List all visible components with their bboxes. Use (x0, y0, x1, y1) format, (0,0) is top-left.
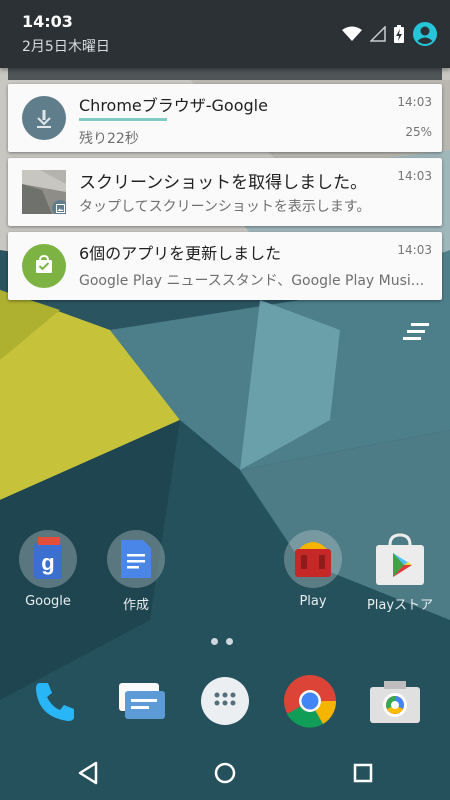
create-folder-icon (107, 530, 165, 588)
screenshot-thumbnail (22, 170, 66, 214)
notification-title: スクリーンショットを取得しました。 (79, 173, 368, 193)
messaging-icon[interactable] (112, 672, 170, 730)
download-progress-bar (79, 118, 167, 121)
app-label: 作成 (122, 598, 149, 613)
notification-title: Chromeブラウザ-Google (79, 96, 268, 115)
home-icon[interactable] (210, 758, 240, 788)
cell-signal-icon (370, 26, 386, 42)
notification-subtitle: タップしてスクリーンショットを表示します。 (79, 199, 371, 215)
system-icons (342, 20, 438, 48)
app-play-store[interactable]: Playストア (360, 530, 440, 613)
download-icon (22, 96, 66, 140)
play-store-update-icon (22, 244, 66, 288)
app-create-folder[interactable]: 作成 (96, 530, 176, 613)
notification-app-updates[interactable]: 6個のアプリを更新しました 14:03 Google Play ニューススタンド… (8, 232, 442, 300)
google-folder-icon: g (19, 530, 77, 588)
notification-title: 6個のアプリを更新しました (79, 244, 282, 263)
page-dot (211, 638, 218, 645)
play-store-icon (371, 530, 429, 588)
battery-charging-icon (394, 25, 404, 43)
app-drawer-icon[interactable] (196, 672, 254, 730)
app-label: Play (299, 594, 327, 609)
download-percent: 25% (405, 125, 432, 139)
clear-all-icon[interactable] (403, 323, 431, 347)
page-indicator (211, 638, 233, 645)
camera-icon[interactable] (366, 672, 424, 730)
notification-subtitle: Google Play ニューススタンド、Google Play Musi... (79, 273, 425, 289)
back-icon[interactable] (73, 758, 103, 788)
status-date[interactable]: 2月5日木曜日 (22, 36, 110, 56)
account-icon[interactable] (412, 21, 438, 47)
app-label: Playストア (366, 598, 434, 613)
navigation-bar (0, 746, 450, 800)
notification-screenshot[interactable]: スクリーンショットを取得しました。 14:03 タップしてスクリーンショットを表… (8, 158, 442, 226)
wifi-icon (342, 26, 362, 42)
chrome-icon[interactable] (281, 672, 339, 730)
app-google-folder[interactable]: g Google (8, 530, 88, 609)
notification-shade-header: 14:03 2月5日木曜日 (0, 0, 450, 68)
app-label: Google (25, 594, 71, 609)
svg-text:g: g (41, 550, 54, 575)
notification-time: 14:03 (397, 243, 432, 257)
shade-handle-bar (8, 68, 442, 80)
recents-icon[interactable] (348, 758, 378, 788)
app-play-folder[interactable]: Play (273, 530, 353, 609)
status-time: 14:03 (22, 12, 73, 31)
notification-time: 14:03 (397, 95, 432, 109)
notification-download[interactable]: Chromeブラウザ-Google 14:03 残り22秒 25% (8, 84, 442, 152)
notification-time: 14:03 (397, 169, 432, 183)
phone-icon[interactable] (25, 672, 83, 730)
page-dot (226, 638, 233, 645)
dock (0, 668, 450, 738)
play-folder-icon (284, 530, 342, 588)
notification-subtitle: 残り22秒 (79, 131, 139, 147)
image-badge-icon (52, 200, 66, 214)
